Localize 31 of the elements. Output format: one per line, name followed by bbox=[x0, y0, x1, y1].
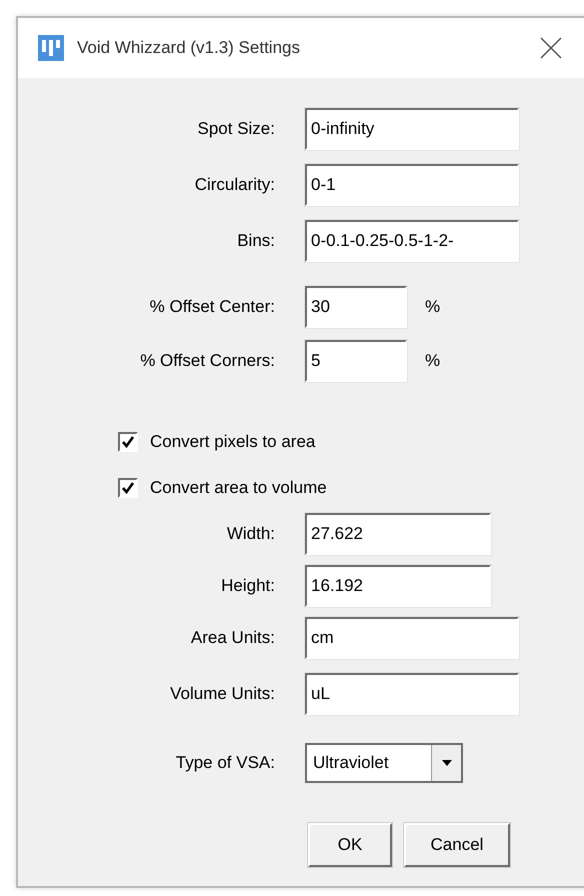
text-field[interactable]: 0-1 bbox=[305, 164, 519, 206]
field-label: Bins: bbox=[236, 231, 275, 251]
unit-label: % bbox=[425, 351, 440, 371]
text-field[interactable]: uL bbox=[305, 673, 519, 715]
unit-label: % bbox=[425, 297, 440, 317]
close-icon[interactable] bbox=[540, 37, 562, 59]
field-label: Type of VSA: bbox=[174, 753, 275, 773]
field-label: Spot Size: bbox=[196, 119, 275, 139]
dropdown[interactable]: Ultraviolet bbox=[305, 743, 463, 783]
text-field[interactable]: 27.622 bbox=[305, 513, 491, 555]
text-field[interactable]: 30 bbox=[305, 286, 407, 328]
checkbox-label: Convert area to volume bbox=[150, 478, 327, 498]
app-icon bbox=[38, 35, 64, 61]
field-label: % Offset Center: bbox=[148, 297, 275, 317]
field-label: Height: bbox=[220, 576, 275, 596]
field-label: Volume Units: bbox=[169, 684, 275, 704]
dialog-button[interactable]: Cancel bbox=[404, 823, 510, 867]
text-field[interactable]: 0-0.1-0.25-0.5-1-2- bbox=[305, 220, 519, 262]
field-label: Width: bbox=[226, 524, 275, 544]
checkbox-label: Convert pixels to area bbox=[150, 432, 316, 452]
field-label: Circularity: bbox=[194, 175, 275, 195]
checkbox[interactable] bbox=[118, 478, 138, 498]
text-field[interactable]: 16.192 bbox=[305, 565, 491, 607]
window-title: Void Whizzard (v1.3) Settings bbox=[77, 38, 300, 58]
text-field[interactable]: 5 bbox=[305, 340, 407, 382]
text-field[interactable]: 0-infinity bbox=[305, 108, 519, 150]
field-label: % Offset Corners: bbox=[139, 351, 275, 371]
dialog-button[interactable]: OK bbox=[308, 823, 392, 867]
checkbox[interactable] bbox=[118, 432, 138, 452]
field-label: Area Units: bbox=[190, 628, 275, 648]
text-field[interactable]: cm bbox=[305, 617, 519, 659]
